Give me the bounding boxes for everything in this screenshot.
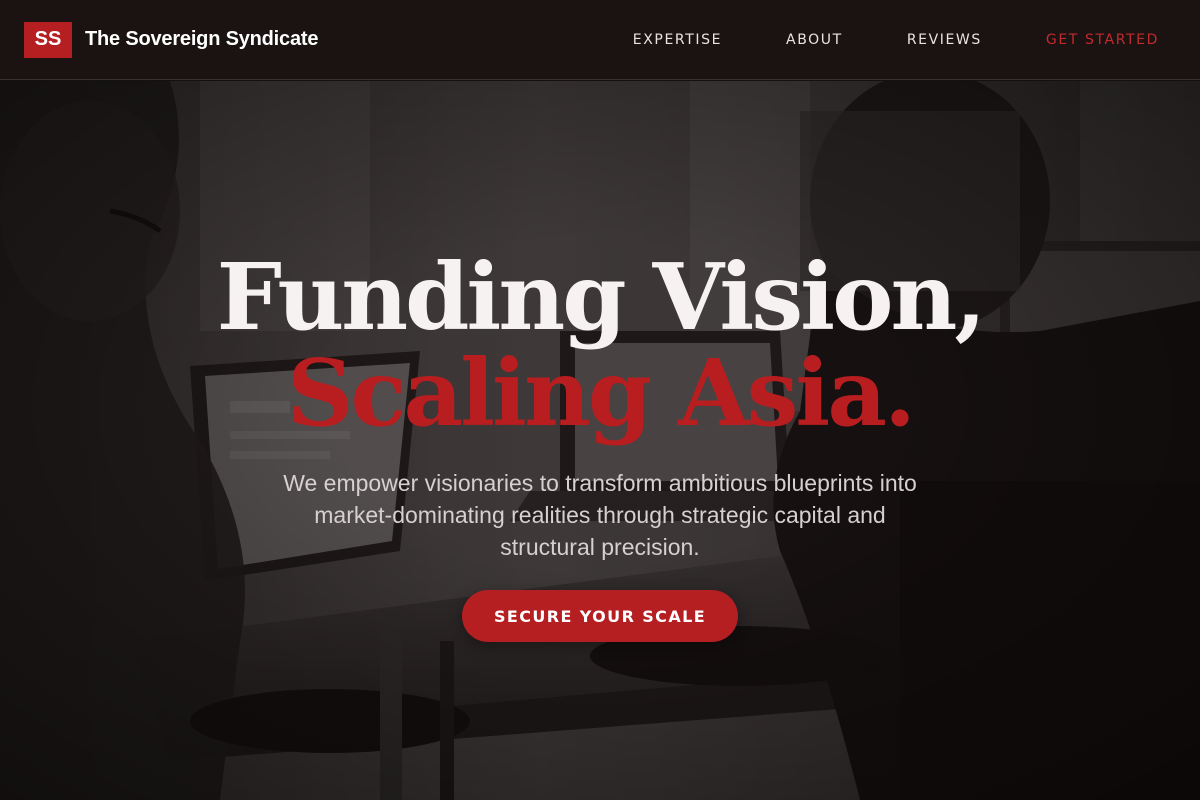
hero-headline: Funding Vision, Scaling Asia.: [0, 249, 1200, 441]
nav-link-reviews[interactable]: REVIEWS: [907, 32, 982, 48]
brand-name[interactable]: The Sovereign Syndicate: [85, 28, 318, 51]
hero-content: Funding Vision, Scaling Asia. We empower…: [0, 81, 1200, 800]
secure-your-scale-button[interactable]: SECURE YOUR SCALE: [462, 590, 738, 642]
top-navbar: SS The Sovereign Syndicate EXPERTISE ABO…: [0, 0, 1200, 80]
headline-line-2: Scaling Asia.: [287, 339, 916, 447]
get-started-link[interactable]: GET STARTED: [1046, 32, 1159, 48]
nav-links: EXPERTISE ABOUT REVIEWS GET STARTED: [569, 32, 1176, 48]
logo-badge[interactable]: SS: [24, 21, 72, 58]
nav-link-expertise[interactable]: EXPERTISE: [633, 32, 722, 48]
hero-subtext: We empower visionaries to transform ambi…: [283, 470, 917, 560]
headline-line-1: Funding Vision,: [216, 243, 987, 351]
hero-section: Funding Vision, Scaling Asia. We empower…: [0, 81, 1200, 800]
nav-link-about[interactable]: ABOUT: [786, 32, 843, 48]
